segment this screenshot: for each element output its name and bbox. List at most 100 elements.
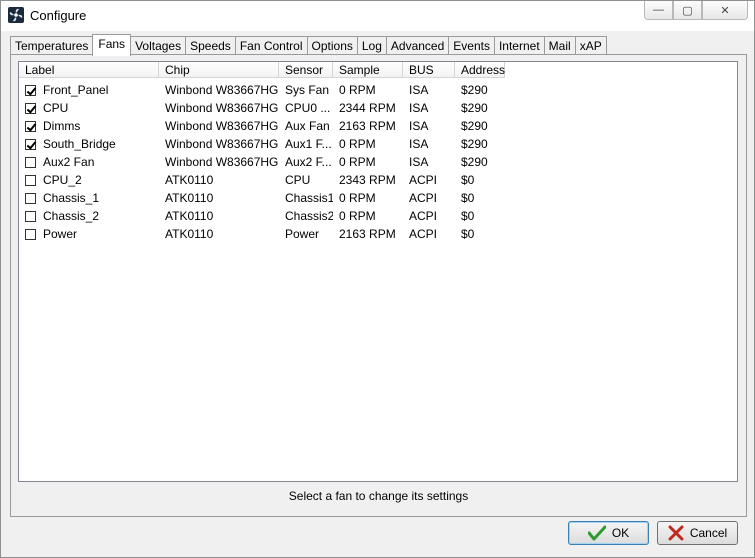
cell-chip: Winbond W83667HG xyxy=(165,119,279,133)
tab-xap[interactable]: xAP xyxy=(574,36,607,55)
fan-enable-checkbox[interactable] xyxy=(25,210,36,222)
window-title: Configure xyxy=(30,8,87,23)
cross-icon xyxy=(668,525,684,541)
fan-label: Chassis_1 xyxy=(43,191,100,205)
cell-chip: Winbond W83667HG xyxy=(165,137,279,151)
cell-label: Aux2 Fan xyxy=(19,155,159,169)
cell-sample: 0 RPM xyxy=(339,155,376,169)
configure-window: Configure — ▢ ✕ Temperatures Fans Voltages… xyxy=(0,0,755,558)
tab-fans[interactable]: Fans xyxy=(92,34,132,56)
fan-label: Chassis_2 xyxy=(43,209,100,223)
fan-enable-checkbox[interactable] xyxy=(25,156,36,168)
cell-bus: ISA xyxy=(409,119,429,133)
table-row[interactable]: CPU Winbond W83667HG CPU0 ... 2344 RPM ISA $2… xyxy=(19,99,737,117)
tab-advanced[interactable]: Advanced xyxy=(385,36,450,55)
cell-label: Front_Panel xyxy=(19,83,159,97)
table-row[interactable]: Dimms Winbond W83667HG Aux Fan 2163 RPM ISA $… xyxy=(19,117,737,135)
cell-bus: ACPI xyxy=(409,191,438,205)
tab-options[interactable]: Options xyxy=(306,36,358,55)
table-row[interactable]: Front_Panel Winbond W83667HG Sys Fan 0 RPM I… xyxy=(19,81,737,99)
fan-enable-checkbox[interactable] xyxy=(25,102,36,114)
column-header-label[interactable]: Label xyxy=(19,62,159,78)
cell-sample: 0 RPM xyxy=(339,83,376,97)
cell-chip: Winbond W83667HG xyxy=(165,83,279,97)
list-header: Label Chip Sensor Sample BUS Address xyxy=(19,62,505,79)
tab-temperatures[interactable]: Temperatures xyxy=(10,36,94,55)
fan-label: Aux2 Fan xyxy=(43,155,95,169)
cell-sensor: Chassis1 xyxy=(285,191,333,205)
table-row[interactable]: Chassis_1 ATK0110 Chassis1 0 RPM ACPI $0 xyxy=(19,189,737,207)
cell-sensor: Chassis2 xyxy=(285,209,333,223)
tab-fan-control[interactable]: Fan Control xyxy=(234,36,308,55)
fan-label: Front_Panel xyxy=(43,83,109,97)
fan-enable-checkbox[interactable] xyxy=(25,174,36,186)
maximize-button[interactable]: ▢ xyxy=(673,1,702,20)
close-icon: ✕ xyxy=(720,4,730,17)
cell-bus: ACPI xyxy=(409,173,438,187)
fan-enable-checkbox[interactable] xyxy=(25,84,36,96)
cell-address: $290 xyxy=(461,137,488,151)
table-row[interactable]: South_Bridge Winbond W83667HG Aux1 F... 0 R… xyxy=(19,135,737,153)
tab-log[interactable]: Log xyxy=(356,36,387,55)
fan-label: CPU_2 xyxy=(43,173,82,187)
title-bar[interactable]: Configure — ▢ ✕ xyxy=(1,1,754,31)
cell-sensor: Sys Fan xyxy=(285,83,330,97)
ok-label: OK xyxy=(611,526,630,540)
cell-label: Chassis_2 xyxy=(19,209,159,223)
cell-address: $0 xyxy=(461,191,475,205)
table-row[interactable]: CPU_2 ATK0110 CPU 2343 RPM ACPI $0 xyxy=(19,171,737,189)
cell-label: South_Bridge xyxy=(19,137,159,151)
cell-bus: ISA xyxy=(409,83,429,97)
column-header-sample[interactable]: Sample xyxy=(333,62,403,78)
cell-sensor: CPU xyxy=(285,173,311,187)
fan-label: Power xyxy=(43,227,78,241)
cell-sensor: Aux Fan xyxy=(285,119,330,133)
table-row[interactable]: Chassis_2 ATK0110 Chassis2 0 RPM ACPI $0 xyxy=(19,207,737,225)
cell-sample: 2343 RPM xyxy=(339,173,396,187)
fans-tab-panel: Label Chip Sensor Sample BUS Address Front_Pa… xyxy=(10,54,747,517)
fan-enable-checkbox[interactable] xyxy=(25,120,36,132)
cell-label: Dimms xyxy=(19,119,159,133)
cell-sensor: CPU0 ... xyxy=(285,101,331,115)
fan-enable-checkbox[interactable] xyxy=(25,228,36,240)
cell-address: $290 xyxy=(461,101,488,115)
cell-bus: ISA xyxy=(409,101,429,115)
cell-bus: ACPI xyxy=(409,227,438,241)
tab-voltages[interactable]: Voltages xyxy=(130,36,187,55)
tab-internet[interactable]: Internet xyxy=(493,36,545,55)
cell-sample: 0 RPM xyxy=(339,209,376,223)
checkmark-icon xyxy=(587,525,606,541)
cell-sensor: Aux1 F... xyxy=(285,137,332,151)
close-button[interactable]: ✕ xyxy=(702,1,748,20)
column-header-sensor[interactable]: Sensor xyxy=(279,62,333,78)
tab-speeds[interactable]: Speeds xyxy=(185,36,236,55)
column-header-address[interactable]: Address xyxy=(455,62,505,78)
cell-sensor: Aux2 F... xyxy=(285,155,332,169)
fan-label: South_Bridge xyxy=(43,137,116,151)
fan-enable-checkbox[interactable] xyxy=(25,138,36,150)
app-fan-icon xyxy=(8,7,24,23)
cell-sample: 0 RPM xyxy=(339,137,376,151)
cell-label: Chassis_1 xyxy=(19,191,159,205)
fans-list[interactable]: Label Chip Sensor Sample BUS Address Front_Pa… xyxy=(18,61,738,482)
cell-label: CPU_2 xyxy=(19,173,159,187)
tab-events[interactable]: Events xyxy=(448,36,495,55)
list-body: Front_Panel Winbond W83667HG Sys Fan 0 RPM I… xyxy=(19,81,737,243)
column-header-chip[interactable]: Chip xyxy=(159,62,279,78)
minimize-button[interactable]: — xyxy=(644,1,673,20)
cell-bus: ISA xyxy=(409,155,429,169)
column-header-bus[interactable]: BUS xyxy=(403,62,455,78)
table-row[interactable]: Aux2 Fan Winbond W83667HG Aux2 F... 0 RPM IS… xyxy=(19,153,737,171)
cell-label: Power xyxy=(19,227,159,241)
cell-label: CPU xyxy=(19,101,159,115)
cell-address: $290 xyxy=(461,155,488,169)
fan-enable-checkbox[interactable] xyxy=(25,192,36,204)
table-row[interactable]: Power ATK0110 Power 2163 RPM ACPI $0 xyxy=(19,225,737,243)
cell-address: $290 xyxy=(461,83,488,97)
cell-chip: Winbond W83667HG xyxy=(165,155,279,169)
tab-mail[interactable]: Mail xyxy=(543,36,576,55)
tab-strip: Temperatures Fans Voltages Speeds Fan Contro… xyxy=(10,34,607,56)
ok-button[interactable]: OK xyxy=(568,521,649,545)
cancel-button[interactable]: Cancel xyxy=(657,521,738,545)
cell-address: $0 xyxy=(461,227,475,241)
